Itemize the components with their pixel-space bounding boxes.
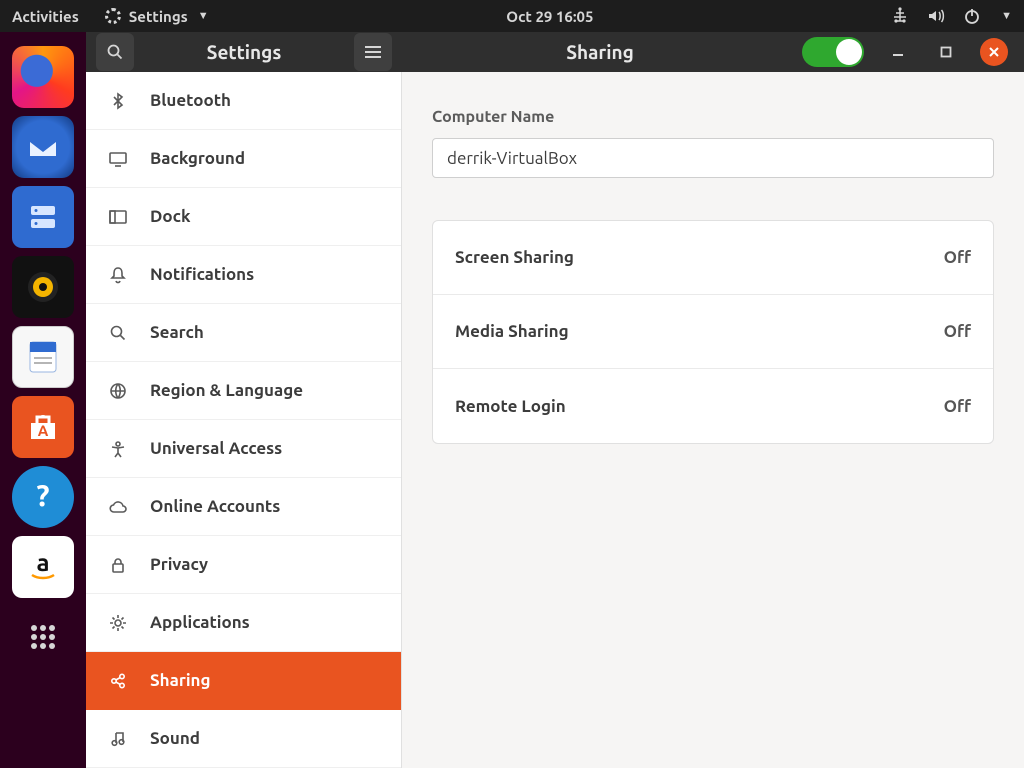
sidebar-label: Dock [150,207,191,226]
close-icon [987,45,1001,59]
sharing-master-toggle[interactable] [802,37,864,67]
row-screen-sharing[interactable]: Screen Sharing Off [433,221,993,295]
computer-name-input[interactable] [432,138,994,178]
dock-app-thunderbird[interactable] [12,116,74,178]
music-icon [108,729,128,749]
bluetooth-icon [108,91,128,111]
gnome-top-panel: Activities Settings ▼ Oct 29 16:05 ▼ [0,0,1024,32]
accessibility-icon [108,439,128,459]
search-icon [108,323,128,343]
sidebar-item-region[interactable]: Region & Language [86,362,401,420]
sidebar-label: Bluetooth [150,91,231,110]
volume-icon [927,7,945,25]
computer-name-label: Computer Name [432,108,994,126]
app-menu[interactable]: Settings ▼ [105,8,209,25]
svg-text:a: a [36,549,49,576]
window-maximize-button[interactable] [932,38,960,66]
clock[interactable]: Oct 29 16:05 [209,8,891,25]
minimize-icon [891,45,905,59]
window-content: Bluetooth Background Dock Notifications … [86,72,1024,768]
sidebar-label: Sound [150,729,200,748]
sidebar-item-background[interactable]: Background [86,130,401,188]
search-button[interactable] [96,33,134,71]
dock-app-rhythmbox[interactable] [12,256,74,318]
sidebar-item-notifications[interactable]: Notifications [86,246,401,304]
app-menu-label: Settings [129,8,188,25]
settings-window: Settings Sharing Bluetooth [86,32,1024,768]
sidebar-label: Universal Access [150,439,282,458]
sidebar-item-search[interactable]: Search [86,304,401,362]
chevron-down-icon: ▼ [1001,10,1012,22]
dock-app-files[interactable] [12,186,74,248]
sharing-panel: Computer Name Screen Sharing Off Media S… [402,72,1024,768]
row-value: Off [944,397,971,416]
status-area[interactable]: ▼ [891,7,1012,25]
settings-sidebar: Bluetooth Background Dock Notifications … [86,72,402,768]
sidebar-title: Settings [144,41,344,63]
network-icon [891,7,909,25]
row-media-sharing[interactable]: Media Sharing Off [433,295,993,369]
lock-icon [108,555,128,575]
sharing-options-list: Screen Sharing Off Media Sharing Off Rem… [432,220,994,444]
window-minimize-button[interactable] [884,38,912,66]
sidebar-label: Region & Language [150,381,303,400]
gear-icon [108,613,128,633]
display-icon [108,149,128,169]
activities-button[interactable]: Activities [12,8,79,25]
globe-icon [108,381,128,401]
share-icon [108,671,128,691]
search-icon [106,43,124,61]
dock-app-writer[interactable] [12,326,74,388]
maximize-icon [939,45,953,59]
sidebar-label: Search [150,323,204,342]
svg-text:A: A [38,422,49,439]
panel-title: Sharing [418,41,782,63]
chevron-down-icon: ▼ [198,10,209,22]
sidebar-item-privacy[interactable]: Privacy [86,536,401,594]
toggle-knob [836,39,862,65]
dock-app-amazon[interactable]: a [12,536,74,598]
dock-app-software[interactable]: A [12,396,74,458]
hamburger-icon [365,46,381,48]
sidebar-item-universal-access[interactable]: Universal Access [86,420,401,478]
row-label: Remote Login [455,397,566,416]
headerbar-left: Settings [86,32,402,72]
dock-icon [108,207,128,227]
sidebar-label: Notifications [150,265,254,284]
gear-icon [105,8,121,24]
dock: A ? a [0,32,86,768]
sidebar-item-dock[interactable]: Dock [86,188,401,246]
sidebar-item-applications[interactable]: Applications [86,594,401,652]
row-label: Screen Sharing [455,248,574,267]
row-remote-login[interactable]: Remote Login Off [433,369,993,443]
row-value: Off [944,322,971,341]
cloud-icon [108,497,128,517]
sidebar-label: Privacy [150,555,208,574]
headerbar: Settings Sharing [86,32,1024,72]
dock-app-show-applications[interactable] [12,606,74,668]
sidebar-label: Applications [150,613,250,632]
bell-icon [108,265,128,285]
window-close-button[interactable] [980,38,1008,66]
sidebar-item-bluetooth[interactable]: Bluetooth [86,72,401,130]
sidebar-item-sound[interactable]: Sound [86,710,401,768]
svg-text:?: ? [36,478,49,512]
hamburger-menu-button[interactable] [354,33,392,71]
power-icon [963,7,981,25]
dock-app-firefox[interactable] [12,46,74,108]
sidebar-label: Online Accounts [150,497,280,516]
headerbar-right: Sharing [402,32,1024,72]
row-label: Media Sharing [455,322,569,341]
sidebar-label: Sharing [150,671,211,690]
dock-app-help[interactable]: ? [12,466,74,528]
sidebar-item-online-accounts[interactable]: Online Accounts [86,478,401,536]
sidebar-label: Background [150,149,245,168]
sidebar-item-sharing[interactable]: Sharing [86,652,401,710]
row-value: Off [944,248,971,267]
